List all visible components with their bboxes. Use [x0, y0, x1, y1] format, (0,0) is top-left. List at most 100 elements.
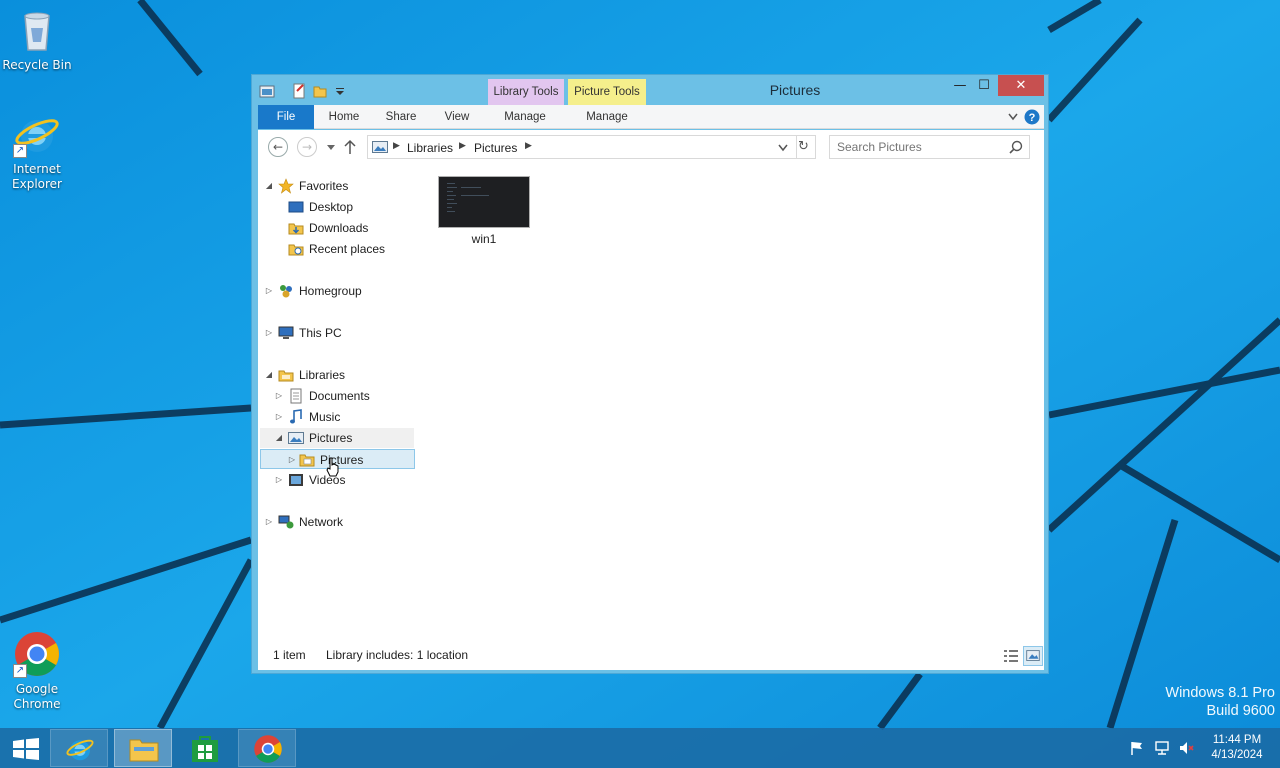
title-bar[interactable]: Library Tools Picture Tools Pictures — ☐…	[252, 75, 1048, 106]
taskbar: 11:44 PM 4/13/2024	[0, 728, 1280, 768]
maximize-icon: ☐	[978, 78, 990, 93]
recycle-bin-icon	[13, 6, 61, 54]
search-box[interactable]	[829, 135, 1030, 159]
tree-item-network[interactable]: ▷ Network	[264, 512, 414, 532]
tab-manage-picture[interactable]: Manage	[576, 105, 638, 129]
expand-arrow-icon[interactable]: ▷	[274, 470, 284, 490]
refresh-button[interactable]: ↻	[792, 135, 816, 159]
tab-home[interactable]: Home	[318, 105, 370, 129]
tree-item-music[interactable]: ▷ Music	[274, 407, 414, 427]
window-title: Pictures	[769, 82, 821, 98]
desktop-icon-recycle-bin[interactable]: Recycle Bin	[0, 6, 74, 73]
tree-item-recent-places[interactable]: Recent places	[284, 239, 414, 259]
breadcrumb-libraries[interactable]: Libraries	[407, 141, 453, 155]
minimize-icon: —	[953, 78, 967, 93]
taskbar-google-chrome[interactable]	[238, 729, 296, 767]
desktop-icon-google-chrome[interactable]: ↗ Google Chrome	[0, 630, 74, 712]
shortcut-arrow-icon: ↗	[13, 664, 27, 678]
file-item-win1[interactable]: win1	[438, 176, 530, 246]
taskbar-internet-explorer[interactable]	[50, 729, 108, 767]
collapse-arrow-icon[interactable]: ◢	[264, 365, 274, 385]
ribbon-tabs: File Home Share View Manage Manage ?	[258, 105, 1044, 129]
libraries-icon	[278, 370, 294, 382]
os-version: Windows 8.1 Pro	[1165, 685, 1275, 701]
recycle-bin-label: Recycle Bin	[2, 58, 72, 72]
expand-arrow-icon[interactable]: ▷	[264, 281, 274, 301]
collapse-arrow-icon[interactable]: ◢	[264, 176, 274, 196]
tree-item-libraries[interactable]: ◢ Libraries	[264, 365, 414, 385]
breadcrumb-separator-icon: ▶	[393, 141, 400, 151]
clock-time: 11:44 PM	[1212, 734, 1262, 746]
tab-view[interactable]: View	[432, 105, 482, 129]
shortcut-arrow-icon: ↗	[13, 144, 27, 158]
music-icon	[290, 409, 302, 424]
back-arrow-icon: ←	[272, 140, 284, 154]
downloads-icon	[288, 223, 304, 235]
taskbar-file-explorer[interactable]	[114, 729, 172, 767]
tree-item-this-pc[interactable]: ▷ This PC	[264, 323, 414, 343]
maximize-button[interactable]: ☐	[972, 75, 996, 96]
expand-arrow-icon[interactable]: ▷	[264, 512, 274, 532]
google-chrome-label: Google Chrome	[13, 682, 61, 711]
collapse-arrow-icon[interactable]: ◢	[274, 428, 284, 448]
breadcrumb-separator-icon[interactable]: ▶	[459, 141, 466, 151]
back-button[interactable]: ←	[268, 137, 288, 157]
taskbar-windows-store[interactable]	[176, 729, 234, 767]
homegroup-icon	[280, 285, 292, 298]
minimize-button[interactable]: —	[948, 75, 972, 96]
system-clock[interactable]: 11:44 PM 4/13/2024	[1200, 733, 1274, 763]
details-view-icon[interactable]	[1001, 646, 1021, 666]
large-icons-view-icon[interactable]	[1023, 646, 1043, 666]
navigation-pane: ◢ Favorites Desktop Downloads Recent pla…	[258, 164, 418, 638]
expand-arrow-icon[interactable]: ▷	[274, 407, 284, 427]
search-input[interactable]	[830, 136, 1005, 158]
forward-arrow-icon: →	[301, 140, 313, 154]
pictures-library-icon	[372, 141, 388, 153]
expand-arrow-icon[interactable]: ▷	[287, 450, 297, 470]
recent-locations-icon[interactable]	[326, 144, 336, 152]
address-dropdown-icon[interactable]	[778, 144, 788, 152]
close-button[interactable]: ✕	[998, 75, 1044, 96]
computer-icon	[278, 326, 294, 339]
help-icon[interactable]: ?	[1024, 109, 1040, 125]
up-arrow-icon[interactable]	[343, 139, 357, 155]
breadcrumb-pictures[interactable]: Pictures	[474, 141, 517, 155]
tree-item-videos[interactable]: ▷ Videos	[274, 470, 414, 490]
breadcrumb-separator-icon[interactable]: ▶	[525, 141, 532, 151]
windows-store-icon	[192, 736, 218, 762]
documents-icon	[290, 388, 302, 404]
forward-button[interactable]: →	[297, 137, 317, 157]
tab-share[interactable]: Share	[376, 105, 426, 129]
network-tray-icon[interactable]	[1154, 740, 1170, 756]
internet-explorer-icon	[66, 739, 94, 761]
tree-item-favorites[interactable]: ◢ Favorites	[264, 176, 414, 196]
internet-explorer-label: Internet Explorer	[12, 162, 62, 191]
tree-item-documents[interactable]: ▷ Documents	[274, 386, 414, 406]
content-area: ◢ Favorites Desktop Downloads Recent pla…	[258, 164, 1044, 638]
tree-item-homegroup[interactable]: ▷ Homegroup	[264, 281, 414, 301]
os-build: Build 9600	[1206, 703, 1275, 719]
desktop-icon-internet-explorer[interactable]: ↗ Internet Explorer	[0, 110, 74, 192]
search-icon[interactable]	[1009, 140, 1023, 154]
volume-muted-icon[interactable]	[1178, 740, 1194, 756]
refresh-icon: ↻	[798, 139, 809, 154]
internet-explorer-icon: ↗	[13, 110, 61, 158]
expand-ribbon-icon[interactable]	[1008, 113, 1018, 121]
tree-item-downloads[interactable]: Downloads	[284, 218, 414, 238]
explorer-window: Library Tools Picture Tools Pictures — ☐…	[251, 74, 1049, 674]
os-watermark: Windows 8.1 Pro Build 9600	[1165, 684, 1275, 720]
action-center-flag-icon[interactable]	[1129, 740, 1145, 756]
windows-logo-icon	[13, 738, 39, 760]
tab-file[interactable]: File	[258, 105, 314, 129]
item-count: 1 item	[273, 648, 306, 662]
tree-item-pictures-library[interactable]: ◢ Pictures	[260, 428, 414, 448]
expand-arrow-icon[interactable]: ▷	[264, 323, 274, 343]
tab-manage-library[interactable]: Manage	[494, 105, 556, 129]
videos-icon	[289, 474, 303, 486]
close-icon: ✕	[1015, 78, 1027, 93]
navigation-bar: ← → ▶ Libraries ▶ Pictures ▶ ↻	[258, 130, 1044, 164]
tree-item-desktop[interactable]: Desktop	[284, 197, 414, 217]
address-bar[interactable]: ▶ Libraries ▶ Pictures ▶	[367, 135, 797, 159]
expand-arrow-icon[interactable]: ▷	[274, 386, 284, 406]
star-icon	[278, 178, 294, 194]
